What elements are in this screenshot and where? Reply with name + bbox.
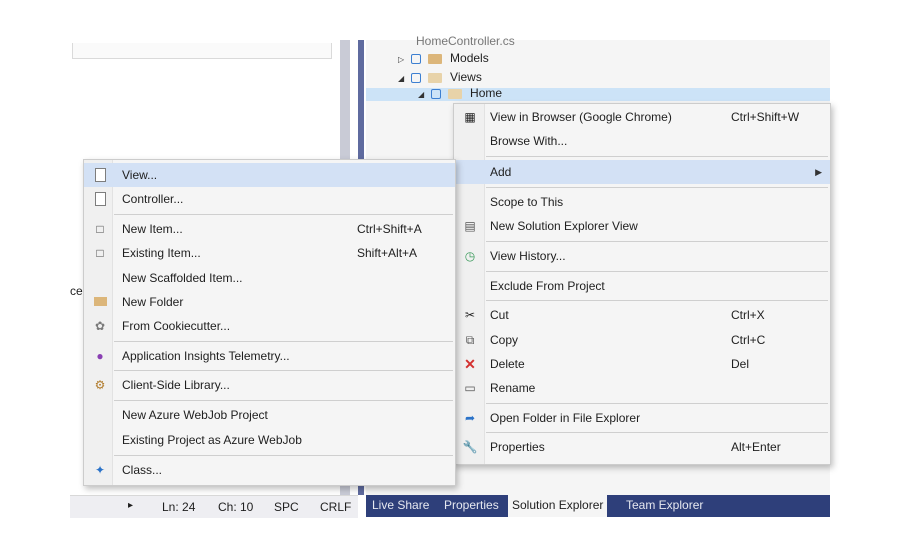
menu-item-cut[interactable]: ✂ Cut Ctrl+X	[454, 303, 830, 327]
tab-properties[interactable]: Properties	[440, 495, 503, 517]
menu-separator	[486, 241, 828, 242]
menu-separator	[486, 271, 828, 272]
menu-separator	[114, 214, 453, 215]
menu-separator	[114, 370, 453, 371]
cookiecutter-icon: ✿	[94, 319, 106, 333]
whitespace-mode[interactable]: SPC	[274, 500, 299, 514]
menu-separator	[486, 432, 828, 433]
open-folder-icon	[447, 88, 462, 99]
submenu-item-new-scaffolded-item[interactable]: New Scaffolded Item...	[84, 266, 455, 290]
editor-tab-strip	[72, 43, 332, 59]
open-folder-icon	[427, 72, 442, 83]
line-number: Ln: 24	[162, 500, 196, 514]
tree-item-label: Home	[470, 88, 503, 100]
submenu-item-new-azure-webjob[interactable]: New Azure WebJob Project	[84, 403, 455, 427]
add-submenu: View... Controller... □ New Item... Ctrl…	[83, 159, 456, 486]
menu-separator	[486, 300, 828, 301]
tool-window-tabs: Live Share Properties Solution Explorer …	[366, 495, 830, 517]
rename-icon: ▭	[464, 381, 476, 395]
tab-live-share[interactable]: Live Share	[368, 495, 433, 517]
submenu-arrow-icon: ▶	[815, 167, 822, 177]
submenu-item-view[interactable]: View...	[84, 163, 455, 187]
insights-icon: ●	[96, 349, 104, 363]
tree-item-label: HomeController.cs	[416, 34, 515, 48]
history-icon: ◷	[464, 249, 476, 263]
nav-arrow-icon[interactable]: ▸	[128, 500, 133, 511]
submenu-item-from-cookiecutter[interactable]: ✿ From Cookiecutter...	[84, 314, 455, 338]
new-item-icon: □	[96, 222, 104, 236]
menu-separator	[486, 187, 828, 188]
folder-icon	[427, 53, 442, 64]
line-ending[interactable]: CRLF	[320, 500, 351, 514]
menu-item-add[interactable]: Add ▶	[454, 160, 830, 184]
tree-item-models[interactable]: ▷ Models	[398, 49, 489, 67]
menu-item-rename[interactable]: ▭ Rename	[454, 376, 830, 400]
menu-separator	[486, 403, 828, 404]
new-folder-icon	[92, 294, 108, 310]
menu-item-copy[interactable]: ⧉ Copy Ctrl+C	[454, 328, 830, 352]
copy-icon: ⧉	[465, 333, 475, 347]
context-menu: ▦ View in Browser (Google Chrome) Ctrl+S…	[453, 103, 831, 465]
submenu-item-app-insights[interactable]: ● Application Insights Telemetry...	[84, 344, 455, 368]
menu-item-properties[interactable]: 🔧 Properties Alt+Enter	[454, 435, 830, 459]
tree-item-label: Models	[450, 51, 489, 65]
menu-item-exclude-from-project[interactable]: Exclude From Project	[454, 274, 830, 298]
tab-team-explorer[interactable]: Team Explorer	[622, 495, 707, 517]
source-control-icon	[411, 72, 422, 83]
source-control-icon	[431, 88, 442, 99]
editor-text-fragment: ce	[70, 284, 83, 298]
collapse-arrow-icon[interactable]: ◢	[418, 89, 428, 100]
menu-item-view-in-browser[interactable]: ▦ View in Browser (Google Chrome) Ctrl+S…	[454, 105, 830, 129]
menu-item-scope-to-this[interactable]: Scope to This	[454, 190, 830, 214]
menu-item-delete[interactable]: ✕ Delete Del	[454, 352, 830, 376]
submenu-item-new-folder[interactable]: New Folder	[84, 290, 455, 314]
menu-separator	[114, 400, 453, 401]
menu-item-new-solution-explorer-view[interactable]: ▤ New Solution Explorer View	[454, 214, 830, 238]
library-icon: ⚙	[94, 378, 106, 392]
submenu-item-existing-item[interactable]: □ Existing Item... Shift+Alt+A	[84, 241, 455, 265]
expand-arrow-icon[interactable]: ▷	[398, 51, 408, 69]
view-file-icon	[92, 167, 108, 183]
submenu-item-existing-project-webjob[interactable]: Existing Project as Azure WebJob	[84, 428, 455, 452]
delete-icon: ✕	[464, 356, 476, 372]
submenu-item-class[interactable]: ✦ Class...	[84, 458, 455, 482]
browser-icon: ▦	[464, 110, 476, 124]
existing-item-icon: □	[96, 246, 104, 260]
tree-item-home[interactable]: ◢ Home	[366, 88, 830, 101]
source-control-icon	[411, 53, 422, 64]
submenu-item-client-side-library[interactable]: ⚙ Client-Side Library...	[84, 373, 455, 397]
tab-solution-explorer[interactable]: Solution Explorer	[508, 495, 608, 517]
wrench-icon: 🔧	[462, 440, 478, 454]
submenu-item-controller[interactable]: Controller...	[84, 187, 455, 211]
scissors-icon: ✂	[464, 308, 476, 322]
menu-separator	[114, 455, 453, 456]
open-folder-icon: ➦	[464, 411, 476, 425]
tree-item-label: Views	[450, 70, 482, 84]
submenu-item-new-item[interactable]: □ New Item... Ctrl+Shift+A	[84, 217, 455, 241]
class-icon: ✦	[94, 463, 106, 477]
menu-item-view-history[interactable]: ◷ View History...	[454, 244, 830, 268]
menu-separator	[114, 341, 453, 342]
editor-status-bar: ▸ Ln: 24 Ch: 10 SPC CRLF	[70, 495, 358, 518]
new-view-icon: ▤	[464, 219, 476, 233]
tree-item-homecontroller[interactable]: HomeController.cs	[416, 32, 515, 50]
menu-separator	[486, 156, 828, 157]
tree-item-views[interactable]: ◢ Views	[398, 68, 482, 86]
menu-item-browse-with[interactable]: Browse With...	[454, 129, 830, 153]
menu-item-open-folder-in-explorer[interactable]: ➦ Open Folder in File Explorer	[454, 406, 830, 430]
column-number: Ch: 10	[218, 500, 254, 514]
collapse-arrow-icon[interactable]: ◢	[398, 70, 408, 88]
controller-file-icon	[92, 191, 108, 207]
